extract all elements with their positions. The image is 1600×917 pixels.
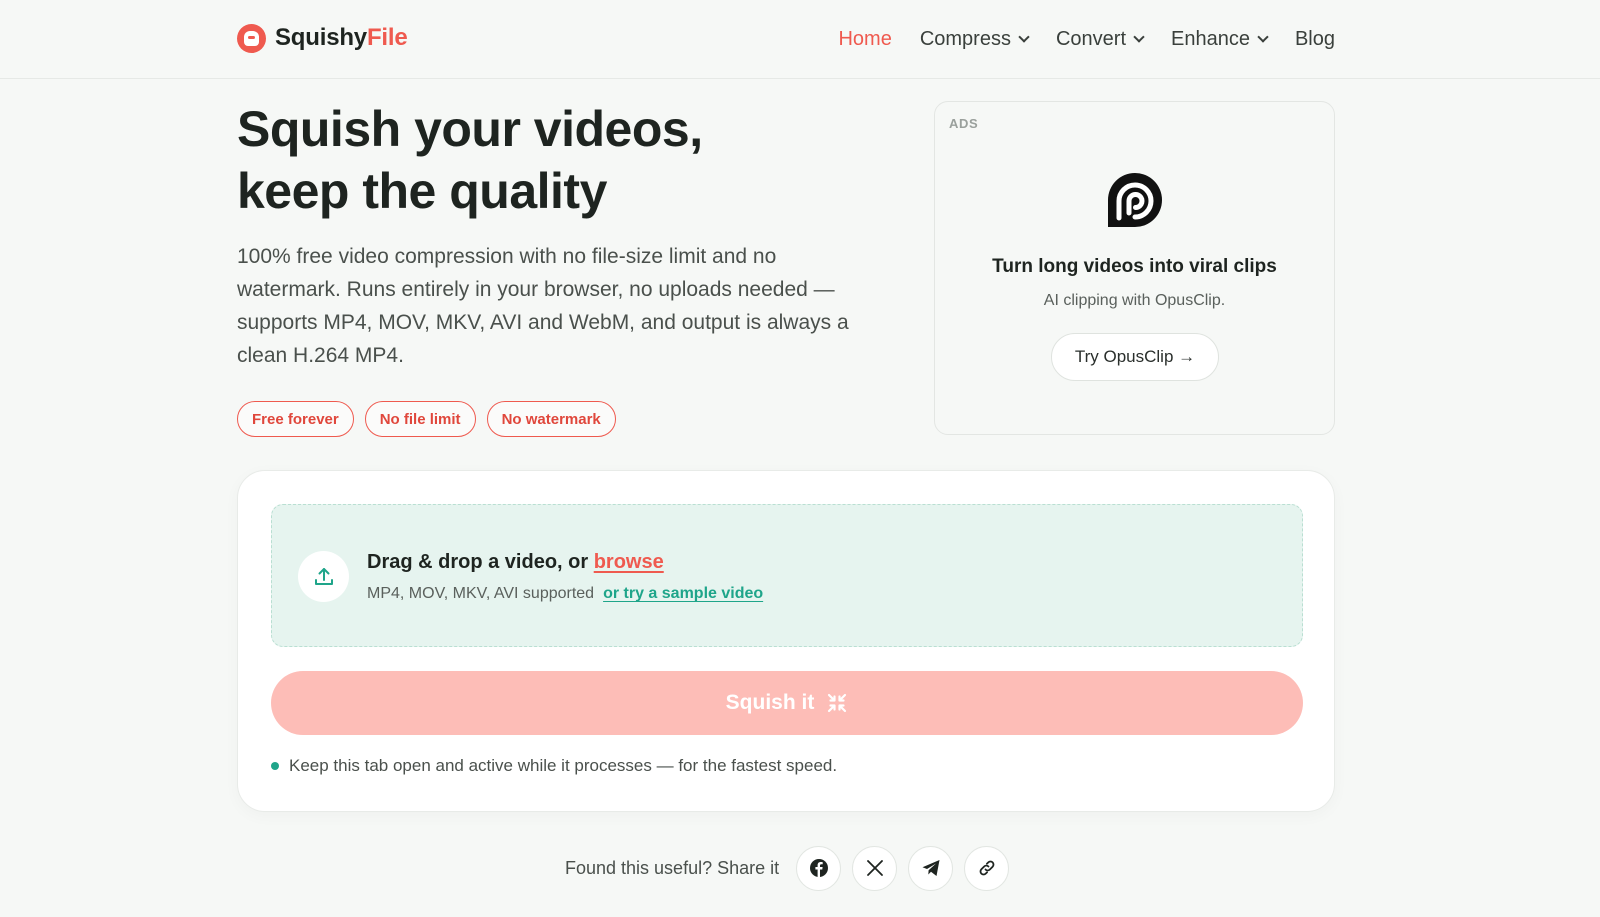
browse-link[interactable]: browse (594, 551, 664, 573)
chevron-down-icon (1018, 30, 1030, 43)
hero-subtitle: 100% free video compression with no file… (237, 245, 849, 367)
video-dropzone[interactable]: Drag & drop a video, or browse MP4, MOV,… (271, 504, 1303, 647)
dropzone-subtitle: MP4, MOV, MKV, AVI supported or try a sam… (367, 585, 763, 603)
brand-name: SquishyFile (275, 24, 408, 51)
ad-description: AI clipping with OpusClip. (1043, 292, 1226, 309)
chevron-down-icon (1133, 30, 1145, 43)
pill-no-file-limit: No file limit (364, 401, 476, 437)
nav-compress[interactable]: Compress (920, 28, 1030, 51)
squish-button[interactable]: Squish it (271, 671, 1303, 735)
ad-label: ADS (949, 116, 979, 131)
upload-panel: Drag & drop a video, or browse MP4, MOV,… (237, 470, 1335, 812)
share-telegram-button[interactable] (908, 845, 954, 891)
logo-mark-icon (237, 23, 266, 53)
sample-video-link[interactable]: or try a sample video (603, 585, 763, 602)
main-nav: Home Compress Convert Enhance Blog (838, 24, 1335, 54)
share-x-button[interactable] (852, 845, 898, 891)
share-copy-link-button[interactable] (964, 845, 1010, 891)
processing-note: Keep this tab open and active while it p… (271, 756, 837, 776)
pill-free-forever: Free forever (237, 401, 354, 437)
upload-icon (298, 551, 349, 602)
page-title: Squish your videos, keep the quality (237, 101, 703, 219)
nav-blog[interactable]: Blog (1295, 28, 1335, 51)
x-icon (866, 860, 883, 876)
nav-enhance[interactable]: Enhance (1171, 28, 1269, 51)
dropzone-title: Drag & drop a video, or browse (367, 551, 664, 573)
feature-pills: Free forever No file limit No watermark (237, 401, 616, 437)
link-icon (979, 860, 995, 876)
facebook-icon (809, 859, 828, 877)
brand-logo[interactable]: SquishyFile (237, 22, 408, 54)
ad-title: Turn long videos into viral clips (992, 256, 1277, 277)
share-facebook-button[interactable] (796, 845, 842, 891)
nav-home[interactable]: Home (838, 28, 891, 51)
site-header: SquishyFile Home Compress Convert Enhanc… (0, 0, 1600, 79)
share-bar: Found this useful? Share it (565, 843, 1020, 893)
supported-formats: MP4, MOV, MKV, AVI supported (367, 585, 595, 602)
try-opusclip-button[interactable]: Try OpusClip → (1051, 333, 1219, 381)
opusclip-logo-icon (1108, 173, 1162, 228)
ad-card[interactable]: ADS Turn long videos into viral clips AI… (934, 101, 1335, 435)
status-dot-icon (271, 762, 279, 770)
share-label: Found this useful? Share it (565, 857, 780, 878)
compress-arrows-icon (828, 693, 847, 713)
nav-convert[interactable]: Convert (1056, 28, 1145, 51)
pill-no-watermark: No watermark (486, 401, 616, 437)
chevron-down-icon (1257, 30, 1269, 43)
telegram-icon (922, 860, 940, 876)
